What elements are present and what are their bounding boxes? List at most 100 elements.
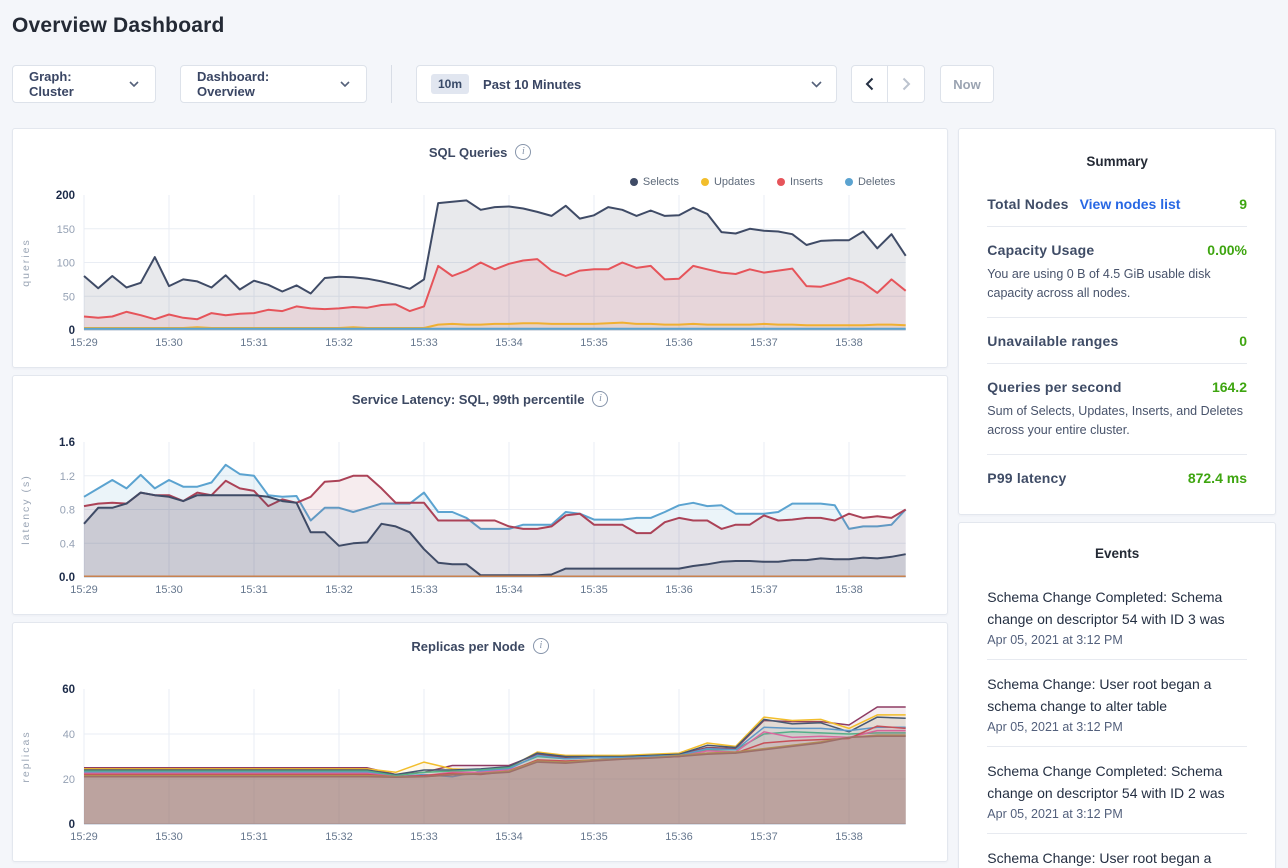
svg-text:15:29: 15:29 — [70, 831, 98, 843]
dashboard-dropdown[interactable]: Dashboard: Overview — [180, 65, 367, 103]
chevron-left-icon — [865, 77, 874, 91]
time-range-picker[interactable]: 10m Past 10 Minutes — [416, 65, 837, 103]
summary-row-value: 164.2 — [1212, 379, 1247, 395]
summary-row-value: 9 — [1239, 196, 1247, 212]
chevron-down-icon — [811, 81, 822, 88]
svg-text:15:33: 15:33 — [410, 831, 438, 843]
svg-text:15:31: 15:31 — [240, 337, 268, 349]
chart-title: Replicas per Node — [411, 639, 524, 654]
toolbar: Graph: Cluster Dashboard: Overview 10m P… — [12, 65, 1276, 103]
svg-text:15:38: 15:38 — [835, 337, 863, 349]
summary-row-value: 0 — [1239, 333, 1247, 349]
time-range-badge: 10m — [431, 74, 469, 94]
summary-row-description: Sum of Selects, Updates, Inserts, and De… — [987, 402, 1247, 440]
event-message: Schema Change: User root began a schema … — [987, 673, 1247, 717]
summary-row-label: P99 latency — [987, 470, 1066, 486]
summary-row-label: Queries per second — [987, 379, 1121, 395]
event-timestamp: Apr 05, 2021 at 3:12 PM — [987, 633, 1247, 647]
svg-text:15:29: 15:29 — [70, 337, 98, 349]
svg-text:replicas: replicas — [20, 730, 32, 782]
svg-text:15:36: 15:36 — [665, 584, 693, 596]
summary-row-description: You are using 0 B of 4.5 GiB usable disk… — [987, 265, 1247, 303]
now-button-label: Now — [953, 77, 980, 92]
prev-time-button[interactable] — [851, 65, 888, 103]
graph-dropdown[interactable]: Graph: Cluster — [12, 65, 156, 103]
chevron-down-icon — [129, 81, 139, 87]
summary-row: Total Nodes View nodes list 9 — [987, 181, 1247, 226]
event-item: Schema Change: User root began a schema … — [987, 659, 1247, 746]
svg-text:15:38: 15:38 — [835, 831, 863, 843]
event-item: Schema Change Completed: Schema change o… — [987, 573, 1247, 659]
svg-text:15:36: 15:36 — [665, 337, 693, 349]
summary-row-label: Unavailable ranges — [987, 333, 1118, 349]
info-icon[interactable]: i — [592, 391, 608, 407]
svg-text:60: 60 — [62, 684, 75, 696]
summary-row-label: Total Nodes — [987, 196, 1068, 212]
event-message: Schema Change Completed: Schema change o… — [987, 760, 1247, 804]
svg-text:15:36: 15:36 — [665, 831, 693, 843]
sql-queries-chart[interactable]: 15:29 15:30 15:31 15:32 15:33 15:34 15:35 15:36… — [13, 185, 954, 353]
event-message: Schema Change Completed: Schema change o… — [987, 586, 1247, 630]
svg-text:queries: queries — [20, 238, 32, 286]
summary-row: Unavailable ranges 0 — [987, 317, 1247, 363]
replicas-per-node-chart[interactable]: 15:2915:3015:3115:3215:3315:3415:3515:36… — [13, 679, 954, 847]
event-timestamp: Apr 05, 2021 at 3:12 PM — [987, 720, 1247, 734]
sql-queries-panel: SQL Queries i SelectsUpdatesInsertsDelet… — [12, 128, 948, 368]
svg-text:15:34: 15:34 — [495, 584, 523, 596]
events-title: Events — [987, 531, 1247, 573]
svg-text:1.2: 1.2 — [60, 471, 75, 483]
info-icon[interactable]: i — [533, 638, 549, 654]
page-title: Overview Dashboard — [12, 0, 1276, 38]
svg-text:40: 40 — [63, 729, 75, 741]
summary-title: Summary — [987, 139, 1247, 181]
summary-row-value: 872.4 ms — [1188, 470, 1247, 486]
svg-text:15:31: 15:31 — [240, 831, 268, 843]
chart-title: SQL Queries — [429, 145, 508, 160]
service-latency-chart[interactable]: 15:2915:3015:3115:3215:3315:3415:3515:36… — [13, 432, 954, 600]
svg-text:15:37: 15:37 — [750, 584, 778, 596]
svg-text:0: 0 — [69, 819, 75, 831]
replicas-per-node-panel: Replicas per Node i 15:29 15:30 15:31 15:32… — [12, 622, 948, 862]
svg-text:15:33: 15:33 — [410, 337, 438, 349]
service-latency-panel: Service Latency: SQL, 99th percentile i … — [12, 375, 948, 615]
dashboard-dropdown-label: Dashboard: Overview — [197, 69, 330, 99]
svg-text:15:35: 15:35 — [580, 831, 608, 843]
svg-text:0: 0 — [69, 325, 75, 337]
svg-text:15:32: 15:32 — [325, 584, 353, 596]
svg-text:15:34: 15:34 — [495, 337, 523, 349]
svg-text:15:30: 15:30 — [155, 337, 183, 349]
event-item: Schema Change: User root began a schema … — [987, 833, 1247, 868]
event-item: Schema Change Completed: Schema change o… — [987, 746, 1247, 833]
toolbar-divider — [391, 65, 392, 103]
svg-text:0.8: 0.8 — [60, 505, 75, 517]
chart-title: Service Latency: SQL, 99th percentile — [352, 392, 585, 407]
next-time-button[interactable] — [888, 65, 925, 103]
svg-text:0.0: 0.0 — [59, 572, 75, 584]
chevron-down-icon — [340, 81, 350, 87]
time-range-label: Past 10 Minutes — [483, 77, 811, 92]
svg-text:15:30: 15:30 — [155, 831, 183, 843]
svg-text:15:32: 15:32 — [325, 831, 353, 843]
svg-text:15:31: 15:31 — [240, 584, 268, 596]
svg-text:50: 50 — [63, 291, 75, 303]
summary-row: Queries per second 164.2 Sum of Selects, U… — [987, 363, 1247, 454]
svg-text:20: 20 — [63, 774, 75, 786]
svg-text:200: 200 — [56, 190, 75, 202]
charts-column: SQL Queries i SelectsUpdatesInsertsDelet… — [12, 128, 948, 868]
svg-text:15:30: 15:30 — [155, 584, 183, 596]
graph-dropdown-label: Graph: Cluster — [29, 69, 119, 99]
now-button[interactable]: Now — [940, 65, 994, 103]
event-message: Schema Change: User root began a schema … — [987, 847, 1247, 868]
events-panel: Events Schema Change Completed: Schema c… — [958, 522, 1276, 868]
event-timestamp: Apr 05, 2021 at 3:12 PM — [987, 807, 1247, 821]
summary-row: Capacity Usage0.00%You are using 0 B of … — [987, 226, 1247, 317]
svg-text:15:35: 15:35 — [580, 337, 608, 349]
time-step-buttons — [851, 65, 925, 103]
svg-text:15:37: 15:37 — [750, 831, 778, 843]
info-icon[interactable]: i — [515, 144, 531, 160]
svg-text:150: 150 — [57, 224, 75, 236]
svg-text:15:32: 15:32 — [325, 337, 353, 349]
svg-text:15:33: 15:33 — [410, 584, 438, 596]
svg-text:15:29: 15:29 — [70, 584, 98, 596]
view-nodes-list-link[interactable]: View nodes list — [1080, 196, 1181, 212]
